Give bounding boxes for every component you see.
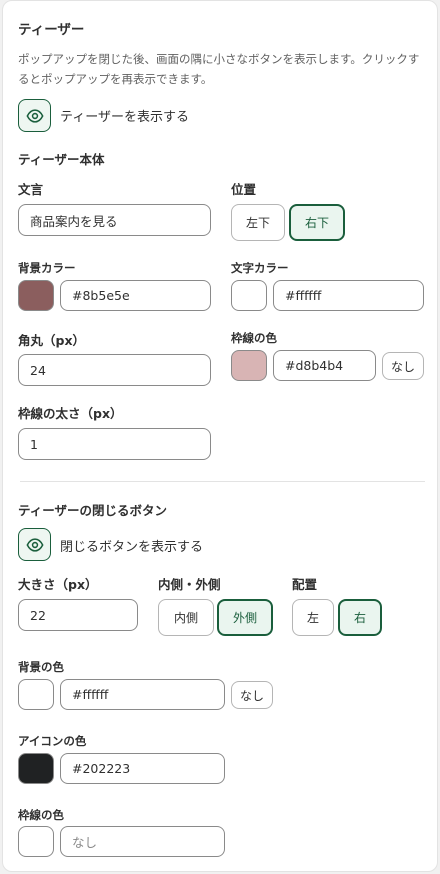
placement-label: 配置 bbox=[292, 577, 318, 592]
close-button-visibility-toggle[interactable] bbox=[18, 528, 51, 561]
close-border-color-label: 枠線の色 bbox=[18, 808, 64, 822]
border-color-swatch[interactable] bbox=[231, 350, 267, 381]
teaser-settings-panel: ティーザー ポップアップを閉じた後、画面の隅に小さなボタンを表示します。クリック… bbox=[2, 0, 438, 872]
border-width-label: 枠線の太さ（px） bbox=[18, 406, 123, 421]
border-color-label: 枠線の色 bbox=[231, 331, 277, 345]
icon-color-swatch[interactable] bbox=[18, 753, 54, 784]
close-bg-color-input[interactable]: #ffffff bbox=[60, 679, 225, 710]
inout-label: 内側・外側 bbox=[158, 577, 221, 592]
bg-color-swatch[interactable] bbox=[18, 280, 54, 311]
placement-right-button[interactable]: 右 bbox=[338, 599, 382, 636]
close-bg-none-button[interactable]: なし bbox=[231, 681, 273, 709]
border-color-input[interactable]: #d8b4b4 bbox=[273, 350, 376, 381]
border-width-input[interactable]: 1 bbox=[18, 428, 211, 460]
teaser-body-title: ティーザー本体 bbox=[18, 152, 105, 167]
close-bg-color-label: 背景の色 bbox=[18, 660, 64, 674]
icon-color-input[interactable]: #202223 bbox=[60, 753, 225, 784]
close-button-section-title: ティーザーの閉じるボタン bbox=[18, 503, 168, 518]
icon-color-label: アイコンの色 bbox=[18, 734, 87, 748]
teaser-text-input[interactable]: 商品案内を見る bbox=[18, 204, 211, 236]
outside-button[interactable]: 外側 bbox=[217, 599, 273, 636]
bg-color-label: 背景カラー bbox=[18, 261, 76, 275]
text-color-input[interactable]: #ffffff bbox=[273, 280, 424, 311]
teaser-section-title: ティーザー bbox=[18, 22, 85, 38]
size-input[interactable]: 22 bbox=[18, 599, 138, 631]
radius-label: 角丸（px） bbox=[18, 333, 86, 348]
position-bottom-left-button[interactable]: 左下 bbox=[231, 204, 285, 241]
text-color-label: 文字カラー bbox=[231, 261, 289, 275]
eye-icon bbox=[25, 537, 44, 552]
close-bg-color-swatch[interactable] bbox=[18, 679, 54, 710]
close-border-color-swatch[interactable] bbox=[18, 826, 54, 857]
bg-color-input[interactable]: #8b5e5e bbox=[60, 280, 211, 311]
position-bottom-right-button[interactable]: 右下 bbox=[289, 204, 345, 241]
teaser-description: ポップアップを閉じた後、画面の隅に小さなボタンを表示します。クリックするとポップ… bbox=[18, 52, 420, 86]
placement-left-button[interactable]: 左 bbox=[292, 599, 334, 636]
close-button-visibility-label: 閉じるボタンを表示する bbox=[60, 540, 204, 555]
section-divider bbox=[20, 481, 425, 482]
border-color-none-button[interactable]: なし bbox=[382, 352, 424, 380]
inside-button[interactable]: 内側 bbox=[158, 599, 214, 636]
eye-icon bbox=[25, 108, 44, 123]
text-label: 文言 bbox=[18, 182, 44, 197]
size-label: 大きさ（px） bbox=[18, 577, 98, 592]
teaser-visibility-label: ティーザーを表示する bbox=[60, 110, 189, 125]
teaser-visibility-toggle[interactable] bbox=[18, 99, 51, 132]
radius-input[interactable]: 24 bbox=[18, 354, 211, 386]
close-border-color-input[interactable]: なし bbox=[60, 826, 225, 857]
position-label: 位置 bbox=[231, 182, 257, 197]
text-color-swatch[interactable] bbox=[231, 280, 267, 311]
